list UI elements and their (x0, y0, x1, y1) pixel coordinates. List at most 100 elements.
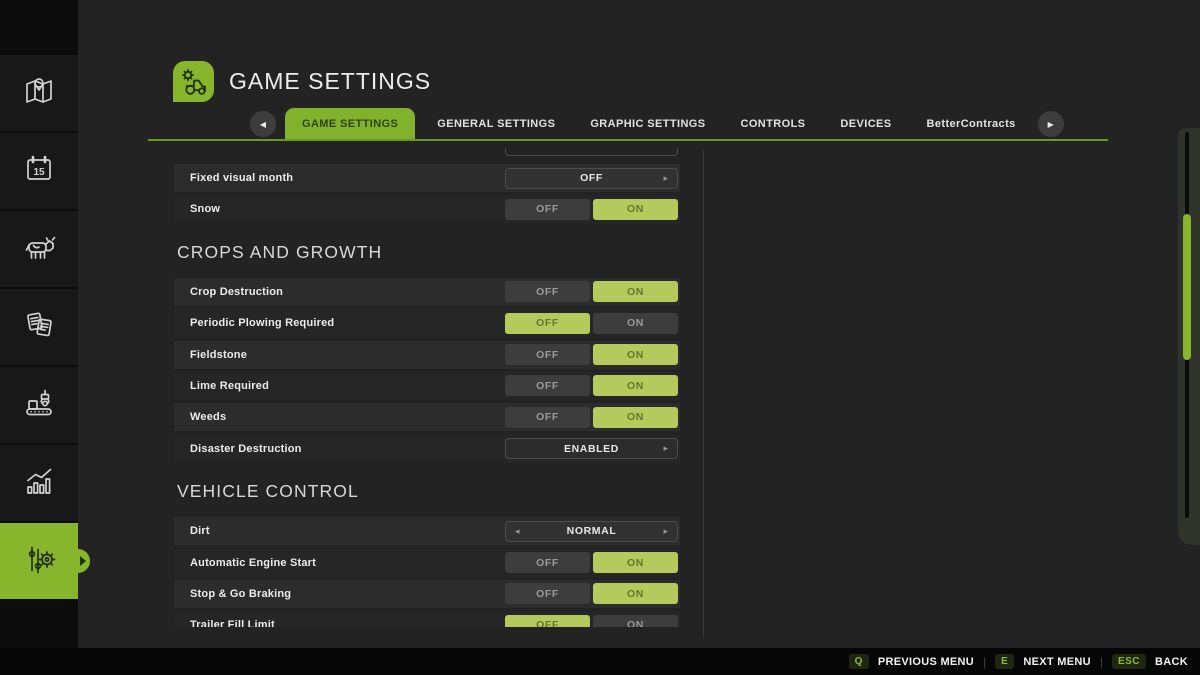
toggle-control: OFFON (505, 281, 678, 302)
toggle-option-on[interactable]: ON (593, 552, 678, 573)
arrow-right-icon[interactable]: ▸ (663, 439, 668, 458)
toggle-option-off[interactable]: OFF (505, 313, 590, 334)
chevron-right-icon: ▶ (1048, 120, 1054, 129)
tab-graphic-settings[interactable]: GRAPHIC SETTINGS (577, 108, 718, 140)
setting-label: Trailer Fill Limit (190, 611, 275, 627)
setting-row-trailer-fill-limit: Trailer Fill Limit OFFON (174, 611, 680, 627)
section-header-crops-and-growth: CROPS AND GROWTH (177, 227, 1108, 278)
tab-controls[interactable]: CONTROLS (728, 108, 819, 140)
toggle-option-off[interactable]: OFF (505, 199, 590, 220)
sidebar-item-contracts[interactable] (0, 289, 78, 365)
toggle-option-on[interactable]: ON (593, 199, 678, 220)
toggle-control: OFFON (505, 407, 678, 428)
toggle-control: OFFON (505, 552, 678, 573)
shortcut-separator: | (1100, 655, 1103, 669)
tractor-gear-icon (173, 61, 214, 102)
settings-list: Fixed visual monthOFF▸SnowOFFONCROPS AND… (78, 148, 1108, 627)
setting-row-fieldstone: Fieldstone OFFON (174, 341, 680, 369)
toggle-option-off[interactable]: OFF (505, 407, 590, 428)
sidebar-item-statistics[interactable] (0, 445, 78, 521)
arrow-left-icon[interactable]: ◂ (515, 522, 520, 541)
statistics-icon (21, 463, 57, 504)
toggle-option-off[interactable]: OFF (505, 615, 590, 627)
setting-label: Disaster Destruction (190, 435, 302, 463)
toggle-option-off[interactable]: OFF (505, 375, 590, 396)
sidebar-item-calendar[interactable]: 15 (0, 133, 78, 209)
selector-value: NORMAL (567, 525, 617, 537)
key-hint-e: E (995, 654, 1014, 669)
toggle-control: OFFON (505, 344, 678, 365)
toggle-option-on[interactable]: ON (593, 344, 678, 365)
selector-value: ENABLED (564, 443, 619, 455)
shortcut-label-previous-menu: PREVIOUS MENU (878, 656, 974, 668)
production-icon (21, 385, 57, 426)
tab-bettercontracts[interactable]: BetterContracts (914, 108, 1029, 140)
setting-row-automatic-engine-start: Automatic Engine Start OFFON (174, 549, 680, 577)
game-settings-icon (21, 541, 57, 582)
arrow-right-icon[interactable]: ▸ (663, 169, 668, 188)
page-header: GAME SETTINGS (173, 53, 431, 111)
setting-row-crop-destruction: Crop Destruction OFFON (174, 278, 680, 306)
section-header-vehicle-control: VEHICLE CONTROL (177, 466, 1108, 517)
setting-label: Fixed visual month (190, 164, 293, 192)
toggle-option-on[interactable]: ON (593, 407, 678, 428)
toggle-option-on[interactable]: ON (593, 583, 678, 604)
sidebar-item-animals[interactable] (0, 211, 78, 287)
column-divider (703, 150, 704, 638)
tab-general-settings[interactable]: GENERAL SETTINGS (424, 108, 568, 140)
setting-row-dirt: Dirt ◂ NORMAL ▸ (174, 517, 680, 545)
key-hint-q: Q (849, 654, 869, 669)
setting-label: Fieldstone (190, 341, 247, 369)
page-title: GAME SETTINGS (229, 68, 431, 95)
map-icon (21, 73, 57, 114)
toggle-option-on[interactable]: ON (593, 281, 678, 302)
settings-viewport: Fixed visual monthOFF▸SnowOFFONCROPS AND… (78, 148, 1108, 627)
toggle-option-on[interactable]: ON (593, 615, 678, 627)
sidebar-item-map[interactable] (0, 55, 78, 131)
setting-row-weeds: Weeds OFFON (174, 403, 680, 431)
setting-label: Dirt (190, 517, 210, 545)
sidebar-item-game-settings[interactable] (0, 523, 78, 599)
setting-row-lime-required: Lime Required OFFON (174, 372, 680, 400)
toggle-control: OFFON (505, 583, 678, 604)
tabs-prev-button[interactable]: ◀ (250, 111, 276, 137)
scrollbar (1178, 128, 1200, 545)
selector-control[interactable]: ENABLED ▸ (505, 438, 678, 459)
toggle-option-off[interactable]: OFF (505, 552, 590, 573)
toggle-option-off[interactable]: OFF (505, 583, 590, 604)
sidebar: 15 (0, 0, 78, 675)
selector-control[interactable]: OFF ▸ (505, 168, 678, 189)
shortcut-separator: | (983, 655, 986, 669)
selector-value: OFF (580, 172, 603, 184)
tab-underline (148, 139, 1108, 141)
key-hint-esc: ESC (1112, 654, 1146, 669)
svg-text:15: 15 (33, 167, 45, 178)
tab-devices[interactable]: DEVICES (827, 108, 904, 140)
arrow-right-icon[interactable]: ▸ (663, 522, 668, 541)
tab-game-settings[interactable]: GAME SETTINGS (285, 108, 415, 140)
sidebar-item-production[interactable] (0, 367, 78, 443)
setting-row-fixed-visual-month: Fixed visual month OFF ▸ (174, 164, 680, 192)
footer-bar: Q PREVIOUS MENU | E NEXT MENU | ESC BACK (0, 648, 1200, 675)
setting-row-disaster-destruction: Disaster Destruction ENABLED ▸ (174, 435, 680, 463)
selector-control[interactable]: ◂ NORMAL ▸ (505, 521, 678, 542)
toggle-control: OFFON (505, 615, 678, 627)
toggle-option-off[interactable]: OFF (505, 344, 590, 365)
tabs-next-button[interactable]: ▶ (1038, 111, 1064, 137)
contracts-icon (21, 307, 57, 348)
setting-label: Snow (190, 195, 220, 223)
calendar-icon: 15 (21, 151, 57, 192)
shortcut-label-next-menu: NEXT MENU (1023, 656, 1090, 668)
setting-label: Weeds (190, 403, 226, 431)
setting-row-stop-go-braking: Stop & Go BrakingOFFON (174, 580, 680, 608)
shortcut-label-back: BACK (1155, 656, 1188, 668)
toggle-option-on[interactable]: ON (593, 313, 678, 334)
setting-label: Lime Required (190, 372, 269, 400)
toggle-control: OFFON (505, 313, 678, 334)
setting-label: Automatic Engine Start (190, 549, 316, 577)
scrollbar-thumb[interactable] (1183, 214, 1191, 360)
toggle-option-on[interactable]: ON (593, 375, 678, 396)
setting-label: Crop Destruction (190, 278, 283, 306)
toggle-control: OFFON (505, 375, 678, 396)
toggle-option-off[interactable]: OFF (505, 281, 590, 302)
